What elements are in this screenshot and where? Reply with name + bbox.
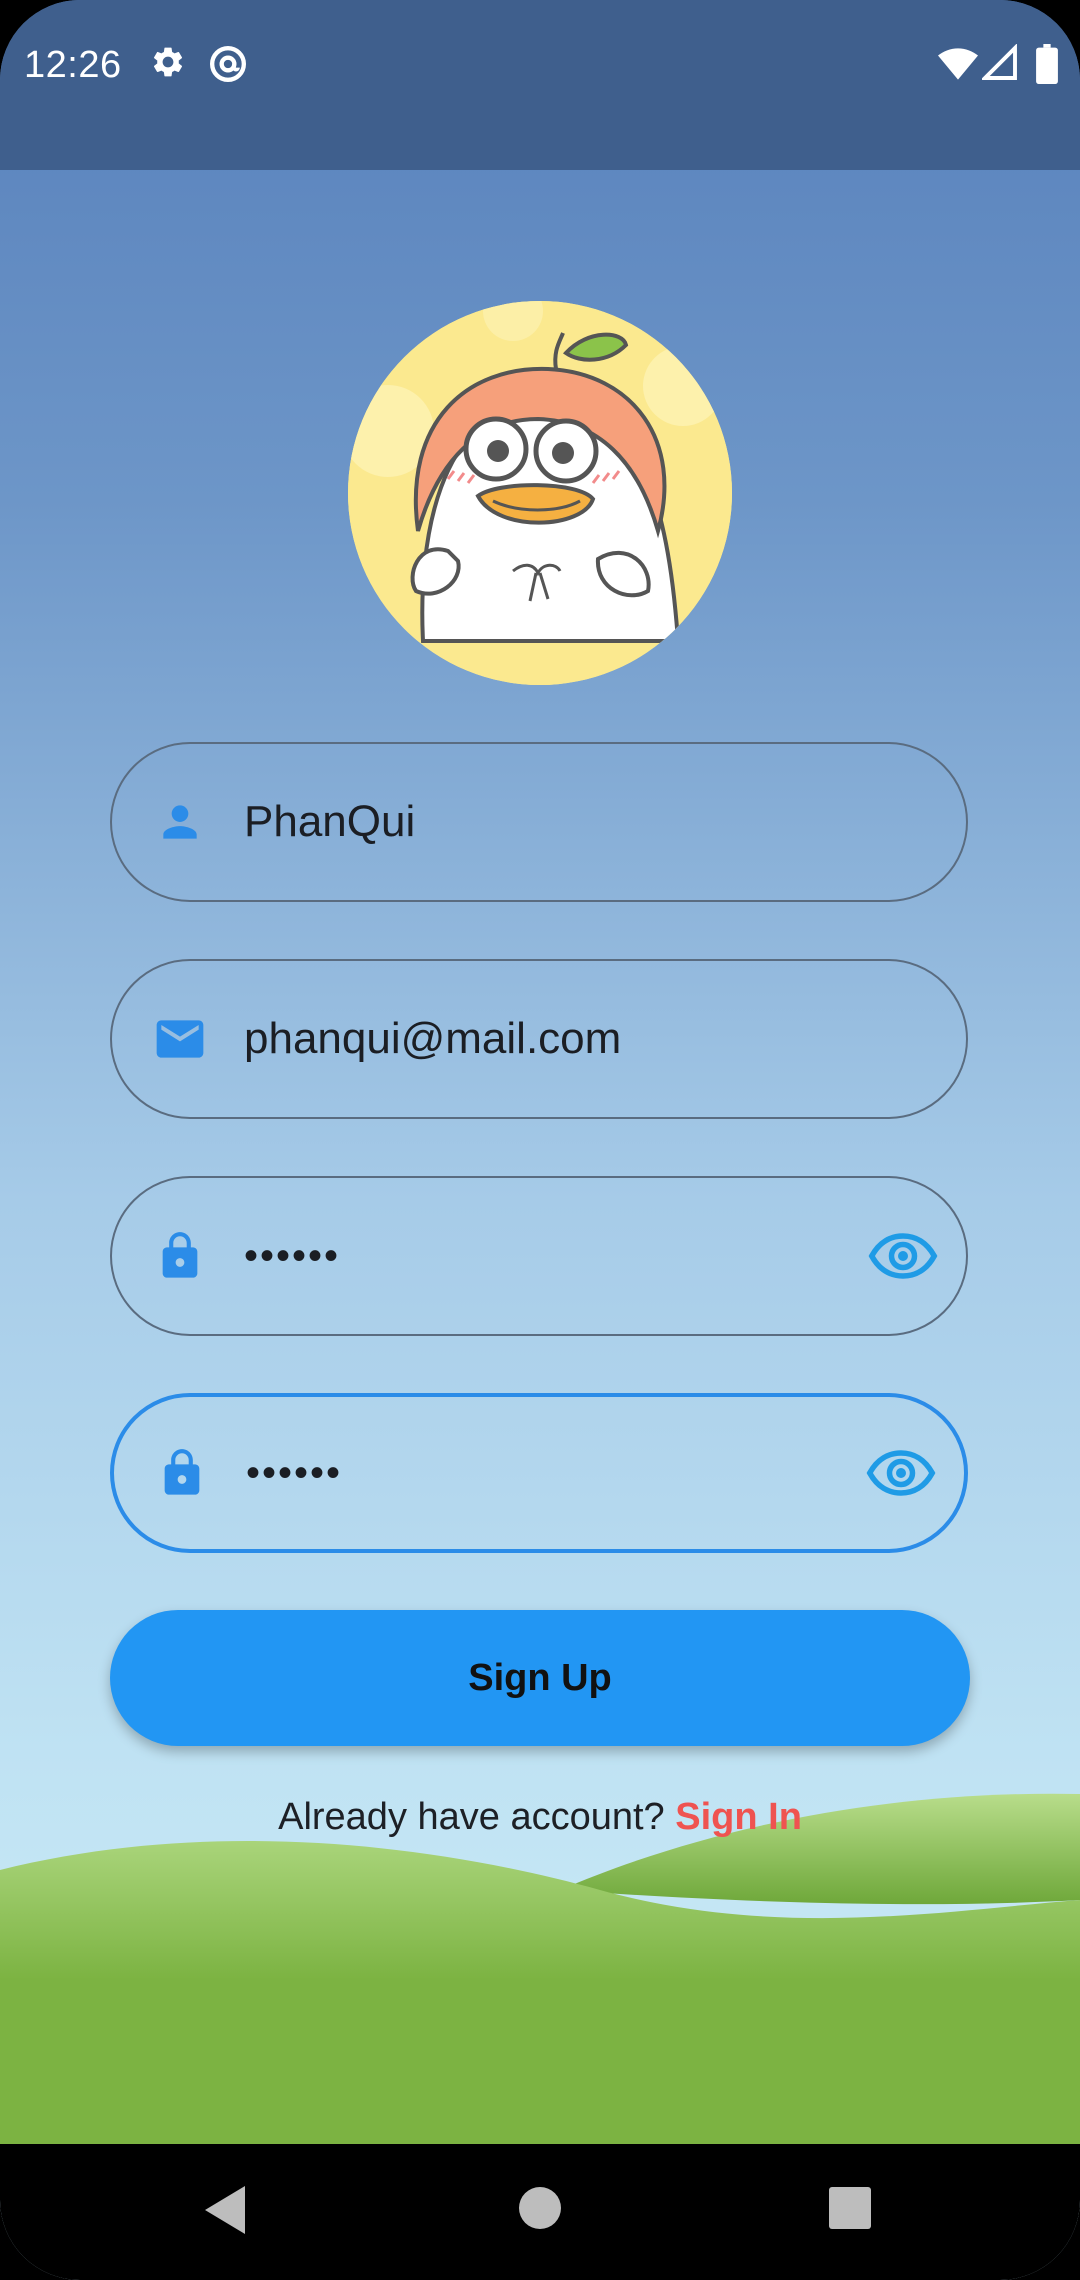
signin-prompt-text: Already have account?	[278, 1796, 676, 1838]
battery-icon	[1036, 44, 1058, 84]
duck-avatar-icon	[348, 301, 732, 685]
person-icon	[152, 794, 208, 850]
sign-in-link[interactable]: Sign In	[675, 1796, 802, 1838]
mail-icon	[152, 1011, 208, 1067]
gear-icon	[153, 47, 183, 77]
recents-icon[interactable]	[828, 2186, 872, 2230]
confirm-password-field[interactable]	[110, 1393, 968, 1553]
lock-icon	[154, 1445, 210, 1501]
home-icon[interactable]	[518, 2186, 562, 2230]
at-sign-icon	[210, 46, 246, 82]
navigation-bar	[0, 2144, 1080, 2280]
signal-icon	[982, 44, 1017, 80]
password-field[interactable]	[110, 1176, 968, 1336]
username-input[interactable]	[244, 744, 844, 900]
status-bar: 12:26	[0, 0, 1080, 170]
confirm-password-input[interactable]	[246, 1397, 846, 1549]
signup-screen: 12:26 PhanQui phanqui@mail.com •••••• ••…	[0, 0, 1080, 2280]
lock-icon	[152, 1228, 208, 1284]
avatar[interactable]	[348, 301, 732, 685]
wifi-icon	[938, 48, 978, 80]
eye-icon[interactable]	[866, 1448, 936, 1498]
eye-icon[interactable]	[868, 1231, 938, 1281]
signin-prompt: Already have account? Sign In	[0, 1796, 1080, 1839]
sign-up-button[interactable]: Sign Up	[110, 1610, 970, 1746]
email-field[interactable]	[110, 959, 968, 1119]
status-time: 12:26	[24, 44, 122, 86]
email-input[interactable]	[244, 961, 844, 1117]
password-input[interactable]	[244, 1178, 844, 1334]
username-field[interactable]	[110, 742, 968, 902]
back-icon[interactable]	[205, 2186, 245, 2234]
